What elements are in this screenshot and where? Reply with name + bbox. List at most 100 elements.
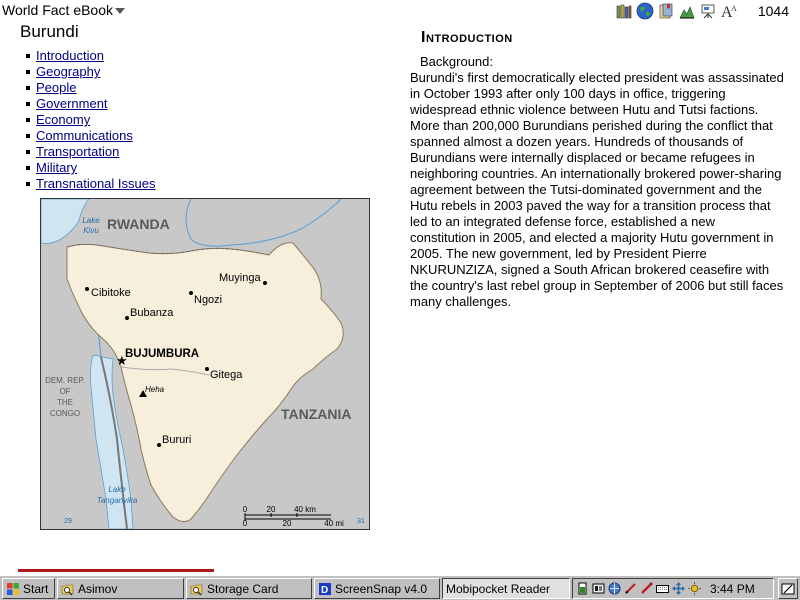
app-title: World Fact eBook <box>2 2 114 18</box>
scale-km-20: 20 <box>267 505 276 514</box>
scale-km-40: 40 km <box>294 505 316 514</box>
nav-item-communications: Communications <box>26 128 155 144</box>
library-icon[interactable] <box>614 1 634 20</box>
network-icon[interactable] <box>608 582 621 595</box>
nav-link-people[interactable]: People <box>36 80 76 95</box>
taskbar: Start Asimov Storage Card D ScreenSnap v… <box>0 575 800 600</box>
section-title: Introduction <box>421 29 513 46</box>
page-number: 1044 <box>757 3 789 19</box>
nav-link-geography[interactable]: Geography <box>36 64 100 79</box>
bullet <box>26 181 30 186</box>
bullet <box>26 53 30 58</box>
search-folder-icon <box>190 584 203 595</box>
reading-progress-marker <box>18 569 214 572</box>
map-label-gitega: Gitega <box>210 369 243 381</box>
start-button[interactable]: Start <box>2 578 55 599</box>
map-label-tanganyika-line1: Lake <box>108 485 126 494</box>
nav-link-introduction[interactable]: Introduction <box>36 48 104 63</box>
memory-icon[interactable] <box>592 582 605 595</box>
task-asimov[interactable]: Asimov <box>57 578 184 599</box>
scale-mi-0: 0 <box>243 519 248 528</box>
brightness-icon[interactable] <box>688 582 701 595</box>
move-icon[interactable] <box>672 582 685 595</box>
chart-icon[interactable] <box>677 1 697 20</box>
svg-text:D: D <box>321 585 328 596</box>
city-dot-bururi <box>157 443 161 447</box>
bullet <box>26 69 30 74</box>
font-size-icon[interactable]: AA <box>719 1 739 20</box>
task-label: Asimov <box>78 581 118 596</box>
map-label-muyinga: Muyinga <box>219 272 261 284</box>
nav-item-transportation: Transportation <box>26 144 155 160</box>
task-mobipocket-reader[interactable]: Mobipocket Reader <box>442 578 570 599</box>
start-label: Start <box>23 581 49 596</box>
system-tray: 3:44 PM <box>572 578 774 599</box>
scale-mi-20: 20 <box>283 519 292 528</box>
nav-item-geography: Geography <box>26 64 155 80</box>
globe-icon[interactable] <box>635 1 655 20</box>
stylus-icon[interactable] <box>640 582 653 595</box>
country-title: Burundi <box>20 22 79 41</box>
map-label-drc-line3: THE <box>57 398 73 407</box>
map-label-tanzania: TANZANIA <box>281 406 352 422</box>
map-label-drc-line2: OF <box>59 387 70 396</box>
nav-link-transnational-issues[interactable]: Transnational Issues <box>36 176 155 191</box>
nav-link-communications[interactable]: Communications <box>36 128 133 143</box>
map-label-bururi: Bururi <box>162 434 191 446</box>
pen-icon[interactable] <box>624 582 637 595</box>
nav-link-military[interactable]: Military <box>36 160 77 175</box>
map-label-tanganyika-line2: Tanganyika <box>97 496 138 505</box>
city-dot-bubanza <box>125 316 129 320</box>
nav-item-government: Government <box>26 96 155 112</box>
app-menu[interactable]: World Fact eBook <box>2 2 126 18</box>
task-label: Mobipocket Reader <box>446 581 551 596</box>
task-storage-card[interactable]: Storage Card <box>186 578 312 599</box>
task-label: ScreenSnap v4.0 <box>335 581 428 596</box>
city-dot-gitega <box>205 367 209 371</box>
bookmarks-icon[interactable] <box>656 1 676 20</box>
scale-km-0: 0 <box>243 505 248 514</box>
nav-link-transportation[interactable]: Transportation <box>36 144 119 159</box>
map-label-bubanza: Bubanza <box>130 307 174 319</box>
bullet <box>26 85 30 90</box>
city-dot-ngozi <box>189 291 193 295</box>
presentation-icon[interactable] <box>698 1 718 20</box>
nav-link-economy[interactable]: Economy <box>36 112 90 127</box>
show-desktop-button[interactable] <box>778 578 798 599</box>
screensnap-icon: D <box>319 582 331 596</box>
map-label-kivu-line2: Kivu <box>83 226 99 235</box>
task-screensnap[interactable]: D ScreenSnap v4.0 <box>314 578 440 599</box>
bullet <box>26 101 30 106</box>
country-map: RWANDA TANZANIA DEM. REP. OF THE CONGO L… <box>40 198 370 530</box>
bullet <box>26 133 30 138</box>
keyboard-icon[interactable] <box>656 582 669 595</box>
graticule-label-31: 31 <box>357 518 365 525</box>
city-dot-muyinga <box>263 281 267 285</box>
task-label: Storage Card <box>207 581 279 596</box>
map-label-bujumbura: BUJUMBURA <box>125 348 199 360</box>
nav-item-economy: Economy <box>26 112 155 128</box>
nav-item-introduction: Introduction <box>26 48 155 64</box>
background-text: Burundi's first democratically elected p… <box>410 70 784 309</box>
graticule-label-29: 29 <box>64 518 72 525</box>
nav-link-government[interactable]: Government <box>36 96 108 111</box>
background-label: Background: <box>420 54 493 69</box>
map-label-heha: Heha <box>145 385 165 394</box>
toolbar: AA <box>614 1 739 21</box>
bullet <box>26 149 30 154</box>
map-label-ngozi: Ngozi <box>194 294 222 306</box>
city-dot-cibitoke <box>85 287 89 291</box>
windows-logo-icon <box>7 582 19 595</box>
bullet <box>26 117 30 122</box>
nav-item-military: Military <box>26 160 155 176</box>
show-desktop-icon <box>781 583 795 594</box>
map-label-drc-line4: CONGO <box>50 409 80 418</box>
svg-text:A: A <box>731 4 737 13</box>
nav-item-people: People <box>26 80 155 96</box>
bullet <box>26 165 30 170</box>
title-bar: World Fact eBook AA 1044 <box>0 0 800 22</box>
map-label-drc-line1: DEM. REP. <box>45 376 85 385</box>
clock[interactable]: 3:44 PM <box>710 582 755 596</box>
nav-item-transnational-issues: Transnational Issues <box>26 176 155 192</box>
battery-icon[interactable] <box>576 582 589 595</box>
